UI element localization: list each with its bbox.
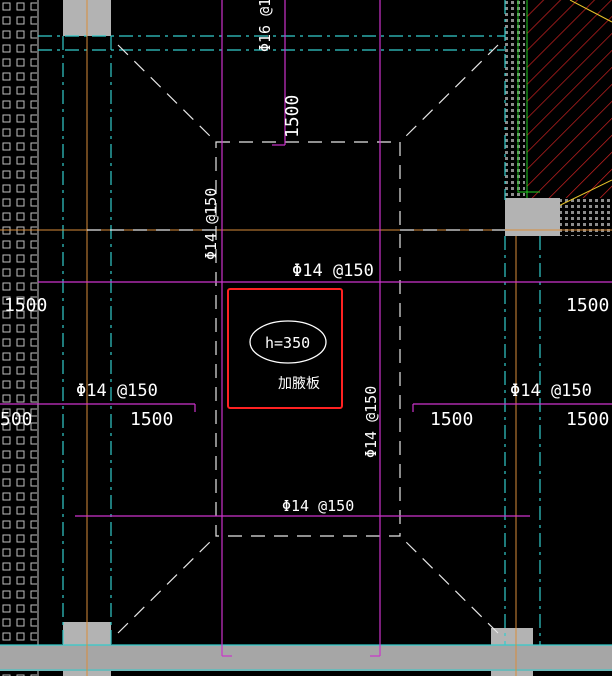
label-slab-name: 加腋板 bbox=[278, 376, 320, 392]
bottom-beam bbox=[0, 645, 612, 671]
label-rebar-bottom-horizontal: Φ14 @150 bbox=[282, 497, 354, 515]
label-dim-top-1500: 1500 bbox=[282, 95, 303, 138]
label-rebar-top-vertical: Φ16 @1 bbox=[256, 0, 274, 52]
right-wall-grid bbox=[505, 0, 525, 200]
cad-drawing-canvas: Φ16 @1 1500 Φ14 @150 Φ14 @150 1500 1500 … bbox=[0, 0, 612, 676]
label-rebar-left-vertical: Φ14 @150 bbox=[202, 188, 220, 260]
label-dim-right-1500: 1500 bbox=[566, 295, 609, 316]
label-rebar-right-vertical: Φ14 @150 bbox=[362, 386, 380, 458]
label-dim-right-lower-1500-b: 1500 bbox=[566, 409, 609, 430]
label-dim-right-lower-1500-a: 1500 bbox=[430, 409, 473, 430]
label-rebar-center-horizontal: Φ14 @150 bbox=[292, 261, 374, 281]
label-dim-left-lower-1500: 1500 bbox=[130, 409, 173, 430]
left-wall-hatch bbox=[0, 0, 37, 676]
label-dim-left-1500: 1500 bbox=[4, 295, 47, 316]
label-rebar-left-lower: Φ14 @150 bbox=[76, 381, 158, 401]
label-dim-left-500: 500 bbox=[0, 409, 33, 430]
right-red-hatch bbox=[527, 0, 612, 200]
label-rebar-right-lower: Φ14 @150 bbox=[510, 381, 592, 401]
label-slab-thickness: h=350 bbox=[265, 334, 310, 352]
